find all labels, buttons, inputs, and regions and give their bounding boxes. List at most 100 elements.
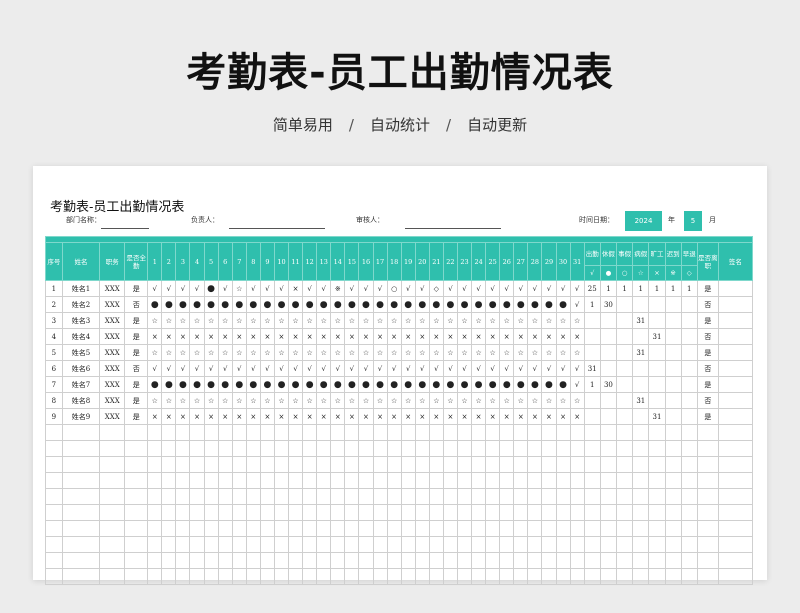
empty-cell[interactable]: [344, 552, 360, 569]
day-mark[interactable]: ☆: [372, 312, 388, 329]
empty-cell[interactable]: [717, 424, 754, 441]
day-mark[interactable]: ☆: [513, 312, 529, 329]
day-mark[interactable]: ×: [344, 328, 360, 345]
day-mark[interactable]: ☆: [245, 312, 261, 329]
day-mark[interactable]: ●: [189, 296, 205, 313]
day-mark[interactable]: ☆: [189, 344, 205, 361]
day-mark[interactable]: ☆: [189, 312, 205, 329]
empty-cell[interactable]: [599, 456, 618, 473]
empty-cell[interactable]: [485, 552, 501, 569]
day-mark[interactable]: ☆: [541, 312, 557, 329]
empty-cell[interactable]: [471, 504, 487, 521]
day-mark[interactable]: ●: [372, 376, 388, 393]
empty-cell[interactable]: [632, 568, 650, 585]
empty-cell[interactable]: [599, 520, 618, 537]
empty-cell[interactable]: [124, 504, 149, 521]
empty-cell[interactable]: [302, 456, 318, 473]
day-mark[interactable]: ●: [203, 296, 219, 313]
empty-cell[interactable]: [648, 568, 666, 585]
day-mark[interactable]: ☆: [273, 344, 290, 361]
empty-cell[interactable]: [61, 424, 101, 441]
empty-cell[interactable]: [583, 488, 601, 505]
day-mark[interactable]: ☆: [471, 344, 487, 361]
day-mark[interactable]: √: [372, 280, 388, 297]
empty-cell[interactable]: [400, 424, 416, 441]
day-mark[interactable]: ○: [386, 280, 402, 297]
empty-cell[interactable]: [189, 552, 205, 569]
empty-cell[interactable]: [541, 456, 557, 473]
empty-cell[interactable]: [302, 520, 318, 537]
day-mark[interactable]: ●: [147, 296, 163, 313]
day-mark[interactable]: √: [471, 360, 487, 377]
day-mark[interactable]: √: [400, 280, 416, 297]
empty-cell[interactable]: [147, 520, 163, 537]
day-mark[interactable]: √: [499, 280, 515, 297]
day-mark[interactable]: √: [302, 360, 318, 377]
day-mark[interactable]: √: [541, 280, 557, 297]
empty-cell[interactable]: [344, 456, 360, 473]
day-mark[interactable]: ×: [273, 328, 290, 345]
empty-cell[interactable]: [99, 440, 126, 457]
day-mark[interactable]: ☆: [217, 312, 233, 329]
empty-cell[interactable]: [99, 552, 126, 569]
day-mark[interactable]: ●: [259, 376, 275, 393]
day-mark[interactable]: ☆: [442, 312, 458, 329]
empty-cell[interactable]: [358, 440, 374, 457]
empty-cell[interactable]: [175, 440, 191, 457]
empty-cell[interactable]: [288, 504, 304, 521]
day-mark[interactable]: ●: [203, 376, 219, 393]
empty-cell[interactable]: [203, 536, 219, 553]
day-mark[interactable]: ☆: [456, 392, 473, 409]
empty-cell[interactable]: [344, 520, 360, 537]
day-mark[interactable]: ×: [456, 328, 473, 345]
day-mark[interactable]: ×: [386, 328, 402, 345]
empty-cell[interactable]: [61, 568, 101, 585]
day-mark[interactable]: ×: [400, 408, 416, 425]
empty-cell[interactable]: [316, 536, 332, 553]
empty-cell[interactable]: [485, 424, 501, 441]
empty-cell[interactable]: [471, 488, 487, 505]
empty-cell[interactable]: [273, 424, 290, 441]
day-mark[interactable]: ☆: [569, 344, 585, 361]
empty-cell[interactable]: [302, 472, 318, 489]
empty-cell[interactable]: [527, 472, 543, 489]
empty-cell[interactable]: [648, 424, 666, 441]
day-mark[interactable]: ☆: [513, 392, 529, 409]
empty-cell[interactable]: [632, 472, 650, 489]
day-mark[interactable]: ☆: [541, 344, 557, 361]
empty-cell[interactable]: [372, 536, 388, 553]
empty-cell[interactable]: [231, 472, 247, 489]
empty-cell[interactable]: [231, 440, 247, 457]
empty-cell[interactable]: [599, 568, 618, 585]
empty-cell[interactable]: [372, 440, 388, 457]
empty-cell[interactable]: [616, 504, 634, 521]
empty-cell[interactable]: [175, 424, 191, 441]
empty-cell[interactable]: [175, 504, 191, 521]
day-mark[interactable]: √: [555, 280, 571, 297]
day-mark[interactable]: ●: [485, 376, 501, 393]
day-mark[interactable]: ☆: [569, 392, 585, 409]
empty-cell[interactable]: [147, 568, 163, 585]
empty-cell[interactable]: [386, 520, 402, 537]
empty-cell[interactable]: [259, 520, 275, 537]
month-input[interactable]: 5: [684, 211, 702, 231]
day-mark[interactable]: ●: [372, 296, 388, 313]
empty-cell[interactable]: [386, 568, 402, 585]
empty-cell[interactable]: [428, 488, 444, 505]
day-mark[interactable]: √: [316, 280, 332, 297]
empty-cell[interactable]: [632, 488, 650, 505]
day-mark[interactable]: ×: [513, 328, 529, 345]
empty-cell[interactable]: [442, 472, 458, 489]
day-mark[interactable]: √: [217, 280, 233, 297]
empty-cell[interactable]: [45, 488, 63, 505]
empty-cell[interactable]: [316, 520, 332, 537]
empty-cell[interactable]: [632, 552, 650, 569]
empty-cell[interactable]: [696, 504, 719, 521]
empty-cell[interactable]: [555, 520, 571, 537]
empty-cell[interactable]: [648, 536, 666, 553]
empty-cell[interactable]: [386, 504, 402, 521]
day-mark[interactable]: ☆: [428, 392, 444, 409]
empty-cell[interactable]: [499, 456, 515, 473]
day-mark[interactable]: ☆: [273, 392, 290, 409]
empty-cell[interactable]: [541, 424, 557, 441]
